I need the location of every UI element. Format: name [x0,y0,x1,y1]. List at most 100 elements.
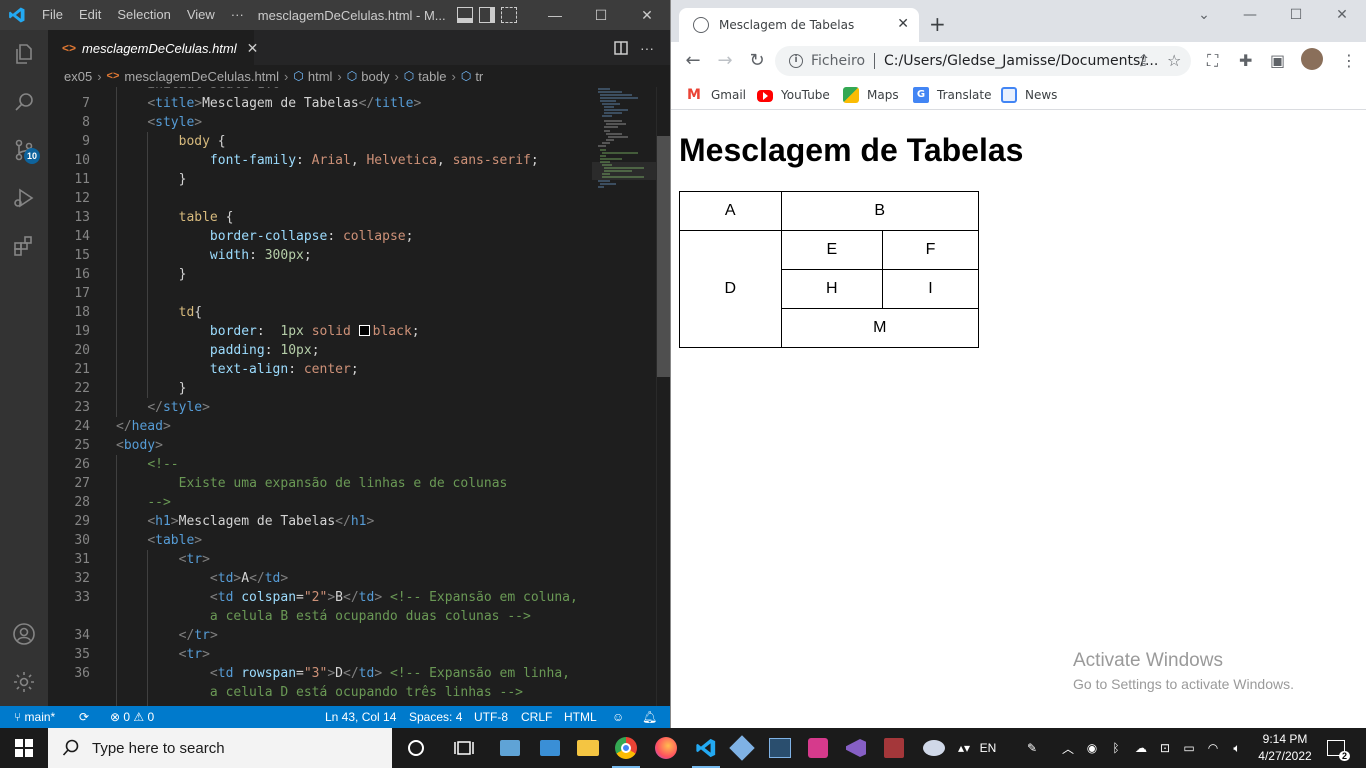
file-explorer-icon[interactable] [568,728,608,768]
virtualbox-icon[interactable] [722,728,762,768]
scroll-taskbar-icon[interactable]: ▴▾ [954,728,974,768]
taskbar-clock[interactable]: 9:14 PM 4/27/2022 [1250,731,1320,765]
taskbar-search[interactable]: Type here to search [48,728,392,768]
breadcrumb-html[interactable]: html [308,69,333,84]
webcam-icon[interactable]: ◉ [1082,728,1102,768]
ide-app-icon[interactable] [760,728,800,768]
news-widget-icon[interactable] [490,728,530,768]
split-editor-icon[interactable] [614,30,628,65]
access-icon[interactable] [874,728,914,768]
indentation[interactable]: Spaces: 4 [409,706,462,728]
windows-start-icon[interactable] [4,728,44,768]
notifications-bell-icon[interactable]: 🔔︎ [642,706,657,728]
restore-icon[interactable]: ☐ [1273,0,1319,30]
vscode-taskbar-icon[interactable] [686,728,726,768]
cursor-position[interactable]: Ln 43, Col 14 [325,706,396,728]
bookmark-gmail[interactable]: M Gmail [687,85,746,105]
notification-center-icon[interactable]: 2 [1322,728,1350,768]
tab-search-chevron-icon[interactable]: ⌄ [1181,0,1227,30]
menu-view[interactable]: View [179,0,223,30]
screenshot-icon[interactable]: ⛶ [1207,51,1218,71]
minimap[interactable] [592,87,656,706]
share-icon[interactable]: ⇪ [1137,51,1150,70]
breadcrumb-body[interactable]: body [361,69,389,84]
security-icon[interactable]: ⊡ [1154,728,1176,768]
breadcrumb-folder[interactable]: ex05 [64,69,92,84]
wifi-icon[interactable]: ◠ [1202,728,1224,768]
bookmarks-bar: M Gmail YouTube Maps G Translate News [671,80,1366,110]
minimize-icon[interactable]: — [1227,0,1273,30]
chrome-menu-icon[interactable]: ⋮ [1341,51,1357,70]
task-view-icon[interactable] [444,728,484,768]
run-debug-icon[interactable] [0,174,48,222]
volume-icon[interactable]: 🔈︎ [1226,728,1248,768]
forward-arrow-icon[interactable]: → [713,50,737,71]
info-icon[interactable]: i [789,54,803,68]
source-control-icon[interactable]: 10 [0,126,48,174]
new-tab-icon[interactable]: + [929,12,946,36]
sync-icon[interactable]: ⟳ [79,706,89,728]
close-tab-icon[interactable]: ✕ [247,40,259,57]
bookmark-translate[interactable]: G Translate [913,85,992,105]
language-mode[interactable]: HTML [564,706,597,728]
menu-edit[interactable]: Edit [71,0,109,30]
reload-icon[interactable]: ↻ [745,50,769,71]
customize-layout-icon[interactable] [501,7,517,23]
extensions-puzzle-icon[interactable]: ✚ [1239,51,1252,70]
youtube-icon [757,90,773,102]
input-language[interactable]: EN [976,728,1000,768]
git-branch[interactable]: ⑂ main* [14,706,55,728]
color-swatch-icon[interactable] [358,325,370,336]
address-bar[interactable]: i Ficheiro C:/Users/Gledse_Jamisse/Docum… [775,46,1191,76]
code-editor[interactable]: initial-scale=1.0"> 7 <title>Mesclagem d… [48,87,656,706]
editor-scrollbar-thumb[interactable] [657,136,670,377]
menu-selection[interactable]: Selection [109,0,178,30]
onedrive-cloud-icon[interactable]: ☁ [1130,728,1152,768]
bookmark-maps[interactable]: Maps [843,85,899,105]
cortana-icon[interactable] [396,728,436,768]
toggle-sidebar-icon[interactable] [479,7,495,23]
gmail-icon: M [687,87,701,103]
browser-tab[interactable]: Mesclagem de Tabelas ✕ [679,8,919,42]
wamp-icon[interactable] [798,728,838,768]
close-tab-icon[interactable]: ✕ [897,16,909,32]
show-hidden-icons-chevron[interactable]: ︿ [1058,728,1078,768]
bookmark-star-icon[interactable]: ☆ [1167,51,1181,70]
maximize-icon[interactable]: ☐ [578,0,624,30]
settings-gear-icon[interactable] [0,658,48,706]
breadcrumb-table[interactable]: table [418,69,446,84]
breadcrumb-file[interactable]: mesclagemDeCelulas.html [124,69,279,84]
extensions-icon[interactable] [0,222,48,270]
breadcrumb-tr[interactable]: tr [475,69,483,84]
monitor-app-icon[interactable] [530,728,570,768]
editor-tab[interactable]: <> mesclagemDeCelulas.html ✕ [48,30,258,65]
side-panel-icon[interactable]: ▣ [1270,51,1285,70]
visual-studio-icon[interactable] [836,728,876,768]
bookmark-news[interactable]: News [1001,85,1057,105]
code-line: 26 <!-- [74,457,179,472]
line-ending[interactable]: CRLF [521,706,552,728]
battery-icon[interactable]: ▭ [1178,728,1200,768]
firefox-icon[interactable] [646,728,686,768]
close-window-icon[interactable]: ✕ [624,0,670,30]
explorer-icon[interactable] [0,30,48,78]
bluetooth-icon[interactable]: ᛒ [1106,728,1126,768]
search-icon[interactable] [0,78,48,126]
merged-cells-table: A B D E F H I M [679,191,980,348]
encoding[interactable]: UTF-8 [474,706,508,728]
pen-icon[interactable]: ✎ [1020,728,1044,768]
problems-indicator[interactable]: ⊗ 0 ⚠ 0 [110,706,154,728]
chrome-taskbar-icon[interactable] [606,728,646,768]
paint-app-icon[interactable] [914,728,954,768]
profile-avatar[interactable] [1301,48,1323,70]
minimize-icon[interactable]: — [532,0,578,30]
more-actions-icon[interactable]: ··· [640,30,654,65]
menu-file[interactable]: File [34,0,71,30]
toggle-panel-icon[interactable] [457,7,473,23]
back-arrow-icon[interactable]: ← [681,50,705,71]
menu-more[interactable]: ··· [223,0,252,30]
bookmark-youtube[interactable]: YouTube [757,85,830,105]
close-window-icon[interactable]: ✕ [1319,0,1365,30]
accounts-icon[interactable] [0,610,48,658]
feedback-icon[interactable]: ☺ [612,706,624,728]
